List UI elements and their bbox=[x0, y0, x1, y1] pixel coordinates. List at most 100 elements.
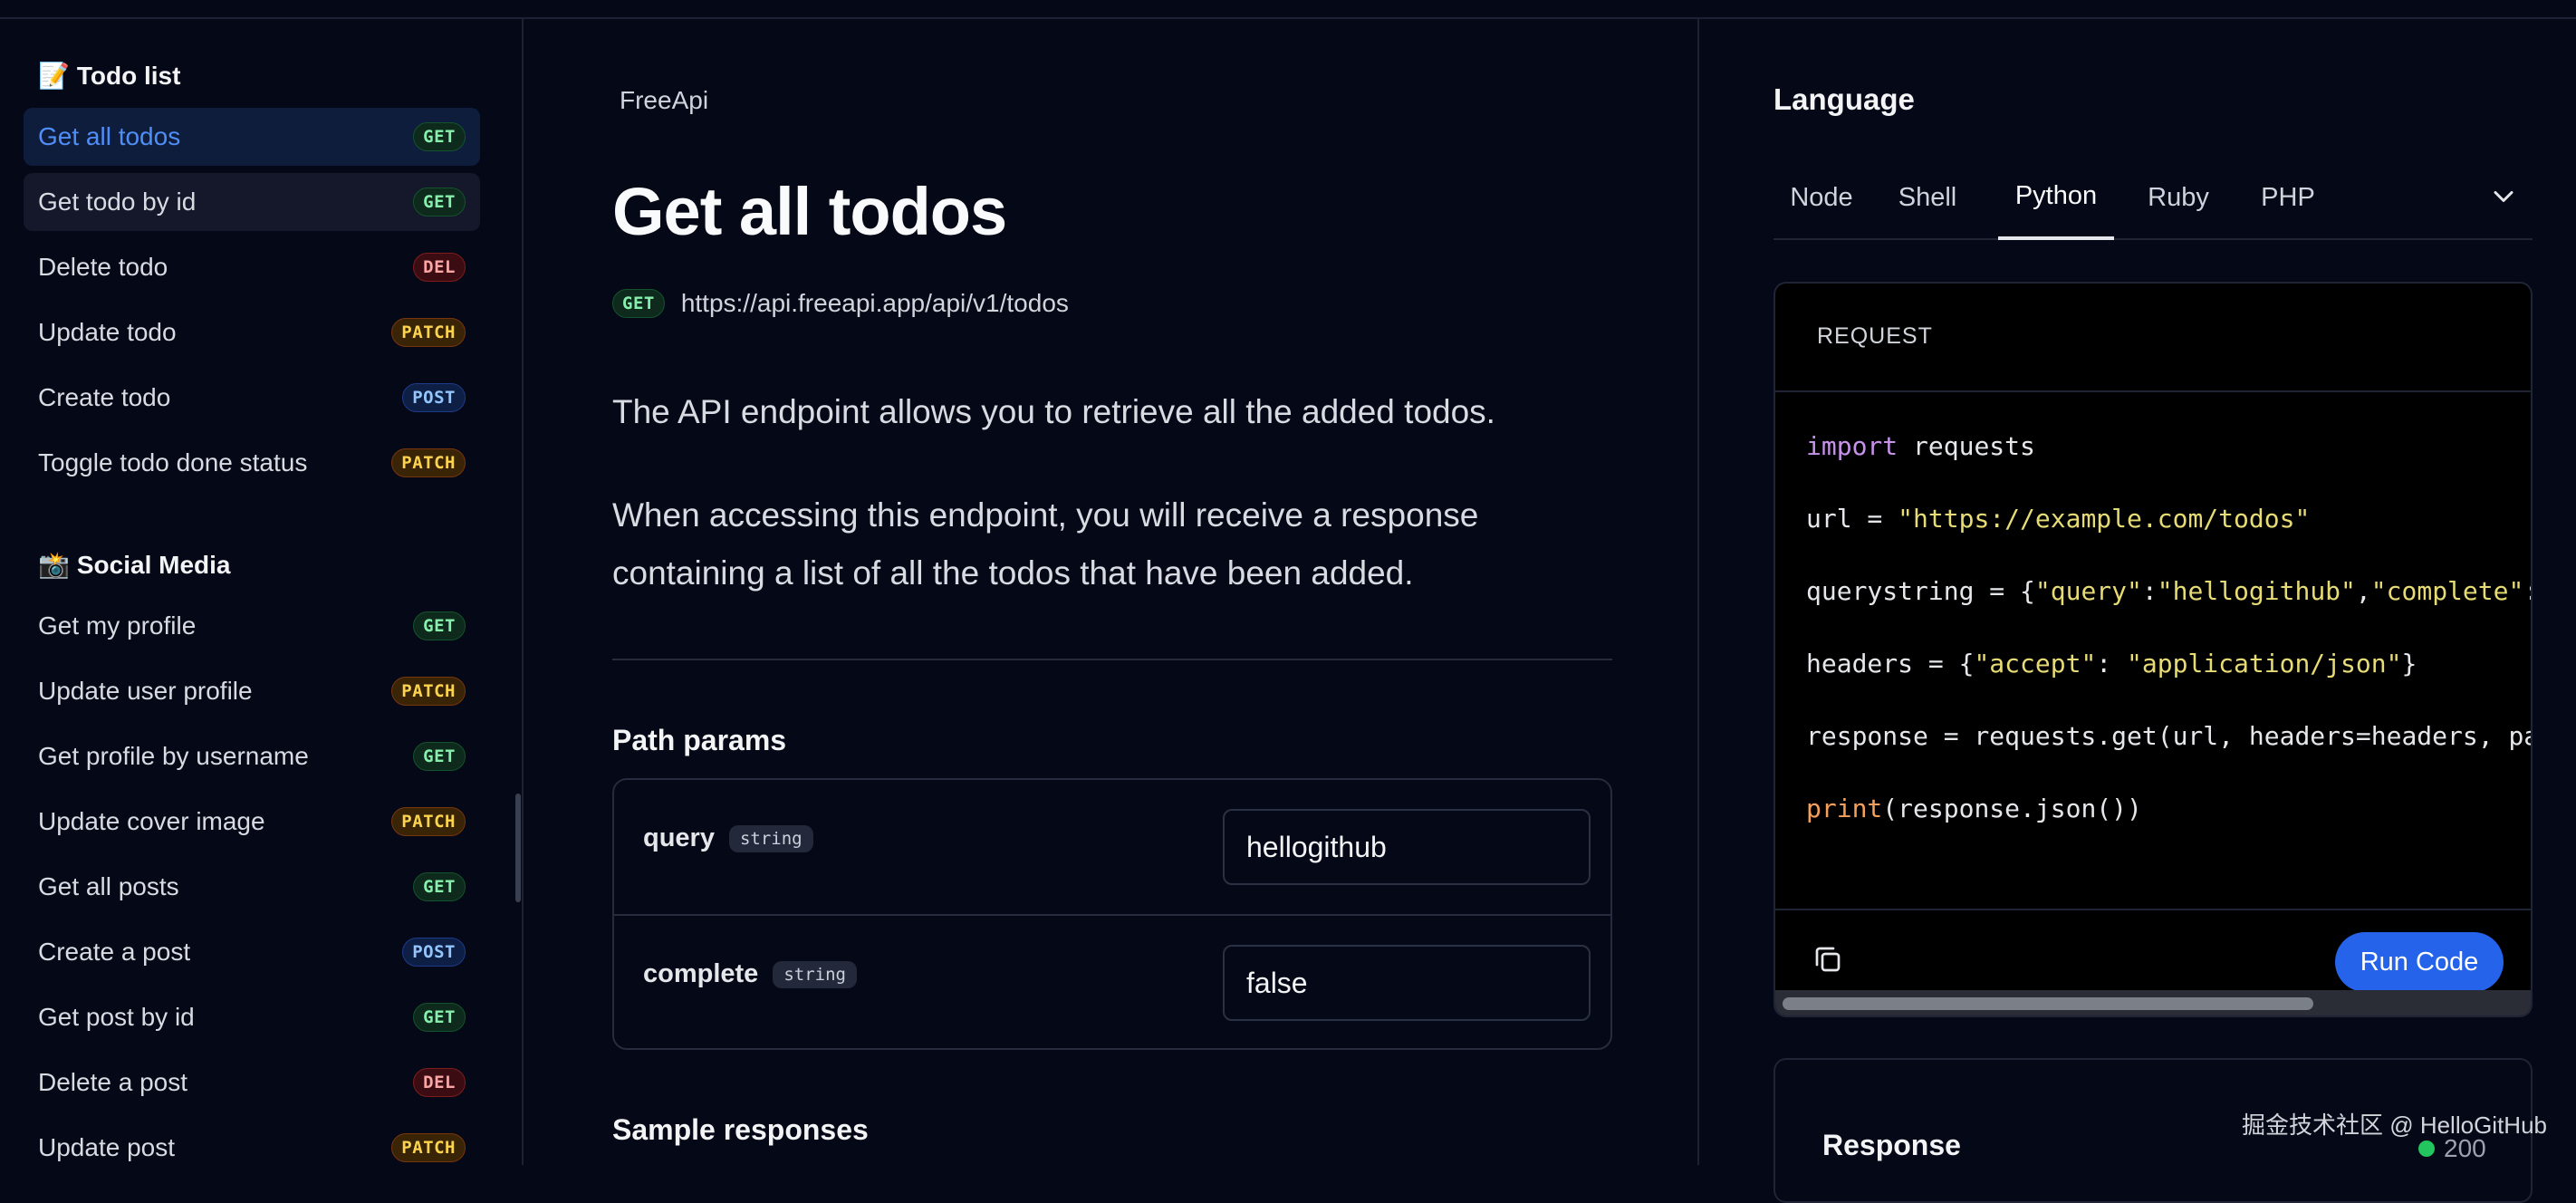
camera-flash-icon: 📸 bbox=[38, 551, 70, 579]
sidebar-item-label: Create todo bbox=[38, 383, 171, 411]
sidebar-item-toggle-todo-done-status[interactable]: Toggle todo done status PATCH bbox=[24, 434, 480, 492]
param-label: query string bbox=[643, 823, 813, 853]
path-params-title: Path params bbox=[612, 724, 787, 756]
code-line: print(response.json()) bbox=[1806, 794, 2142, 823]
method-badge: GET bbox=[413, 122, 466, 151]
language-title: Language bbox=[1773, 82, 1915, 116]
code-line: url = "https://example.com/todos" bbox=[1806, 504, 2311, 534]
sidebar-item-label: Get profile by username bbox=[38, 742, 309, 770]
sidebar-item-label: Delete a post bbox=[38, 1068, 187, 1096]
complete-input[interactable] bbox=[1223, 945, 1591, 1021]
sidebar-item-update-cover-image[interactable]: Update cover image PATCH bbox=[24, 793, 480, 851]
run-code-button[interactable]: Run Code bbox=[2335, 932, 2504, 992]
sidebar-item-get-todo-by-id[interactable]: Get todo by id GET bbox=[24, 173, 480, 231]
method-badge: PATCH bbox=[391, 807, 466, 836]
sidebar-item-delete-a-post[interactable]: Delete a post DEL bbox=[24, 1054, 480, 1112]
method-badge: GET bbox=[413, 1003, 466, 1032]
method-badge: GET bbox=[413, 872, 466, 901]
chevron-down-icon[interactable] bbox=[2487, 180, 2520, 213]
code-line: headers = {"accept": "application/json"} bbox=[1806, 649, 2417, 678]
param-name: query bbox=[643, 823, 715, 852]
language-tabs: Node Shell Python Ruby PHP bbox=[1773, 155, 2533, 240]
sidebar-item-get-my-profile[interactable]: Get my profile GET bbox=[24, 597, 480, 655]
method-badge: GET bbox=[413, 611, 466, 640]
breadcrumb[interactable]: FreeApi bbox=[620, 86, 708, 115]
group-title: Social Media bbox=[76, 550, 231, 579]
sidebar-item-create-todo[interactable]: Create todo POST bbox=[24, 369, 480, 427]
watermark: 掘金技术社区 @ HelloGitHub bbox=[2241, 1112, 2547, 1139]
endpoint-url: https://api.freeapi.app/api/v1/todos bbox=[680, 289, 1069, 317]
group-title: Todo list bbox=[76, 61, 181, 90]
description-detail: When accessing this endpoint, you will r… bbox=[612, 496, 1479, 592]
code-panel: Language Node Shell Python Ruby PHP REQU… bbox=[1701, 19, 2576, 1203]
sidebar-group-todo-list: 📝 Todo list bbox=[38, 61, 180, 91]
tab-shell[interactable]: Shell bbox=[1873, 155, 1982, 240]
main-content: FreeApi Get all todos GET https://api.fr… bbox=[525, 19, 1699, 1165]
method-badge: DEL bbox=[413, 1068, 466, 1097]
memo-icon: 📝 bbox=[38, 62, 70, 90]
sidebar-item-label: Create a post bbox=[38, 938, 191, 966]
sidebar-item-get-all-todos[interactable]: Get all todos GET bbox=[24, 108, 480, 166]
method-badge: PATCH bbox=[391, 448, 466, 477]
method-badge: DEL bbox=[413, 253, 466, 282]
request-header: REQUEST bbox=[1775, 284, 2531, 392]
method-badge: POST bbox=[402, 383, 466, 412]
sidebar-item-label: Get all todos bbox=[38, 122, 181, 150]
param-row-complete: complete string bbox=[614, 914, 1610, 1048]
tab-php[interactable]: PHP bbox=[2243, 155, 2333, 240]
description-intro: The API endpoint allows you to retrieve … bbox=[612, 393, 1495, 430]
code-horizontal-scrollbar[interactable] bbox=[1775, 990, 2531, 1015]
sidebar-item-get-all-posts[interactable]: Get all posts GET bbox=[24, 858, 480, 916]
code-footer: Run Code bbox=[1775, 909, 2531, 992]
method-badge: GET bbox=[413, 742, 466, 771]
code-line: import requests bbox=[1806, 431, 2035, 461]
path-params-box: query string complete string bbox=[612, 778, 1612, 1050]
endpoint-url-row: GET https://api.freeapi.app/api/v1/todos bbox=[612, 289, 1069, 318]
sidebar-item-get-post-by-id[interactable]: Get post by id GET bbox=[24, 988, 480, 1046]
sidebar-item-label: Update user profile bbox=[38, 677, 253, 705]
query-input[interactable] bbox=[1223, 809, 1591, 885]
param-type-tag: string bbox=[728, 824, 813, 852]
sidebar-item-update-user-profile[interactable]: Update user profile PATCH bbox=[24, 662, 480, 720]
sidebar-item-label: Get all posts bbox=[38, 872, 179, 900]
param-type-tag: string bbox=[773, 960, 857, 988]
param-name: complete bbox=[643, 959, 759, 988]
code-block[interactable]: import requests url = "https://example.co… bbox=[1806, 425, 2531, 860]
tab-node[interactable]: Node bbox=[1773, 155, 1870, 240]
sidebar: 📝 Todo list Get all todos GET Get todo b… bbox=[0, 19, 524, 1165]
sidebar-item-label: Get post by id bbox=[38, 1003, 195, 1031]
method-badge: PATCH bbox=[391, 1133, 466, 1162]
request-code-card: REQUEST import requests url = "https://ex… bbox=[1773, 282, 2533, 1017]
sidebar-item-create-a-post[interactable]: Create a post POST bbox=[24, 923, 480, 981]
sidebar-item-label: Get todo by id bbox=[38, 188, 197, 216]
method-badge: PATCH bbox=[391, 318, 466, 347]
code-line: querystring = {"query":"hellogithub","co… bbox=[1806, 576, 2531, 606]
method-badge: GET bbox=[612, 289, 665, 318]
page-title: Get all todos bbox=[612, 174, 1007, 249]
request-label: REQUEST bbox=[1817, 323, 1933, 349]
method-badge: GET bbox=[413, 188, 466, 217]
divider bbox=[612, 659, 1612, 660]
status-dot-icon bbox=[2418, 1140, 2435, 1157]
sidebar-item-label: Update cover image bbox=[38, 807, 265, 835]
sidebar-item-label: Delete todo bbox=[38, 253, 168, 281]
sample-responses-title: Sample responses bbox=[612, 1113, 869, 1146]
sidebar-item-label: Update todo bbox=[38, 318, 177, 346]
tab-ruby[interactable]: Ruby bbox=[2129, 155, 2228, 240]
scrollbar-thumb[interactable] bbox=[1783, 997, 2313, 1010]
sidebar-item-get-profile-by-username[interactable]: Get profile by username GET bbox=[24, 727, 480, 785]
sidebar-item-update-post[interactable]: Update post PATCH bbox=[24, 1119, 480, 1165]
param-row-query: query string bbox=[614, 780, 1610, 914]
sidebar-item-label: Update post bbox=[38, 1133, 175, 1161]
sidebar-scrollbar[interactable] bbox=[515, 794, 521, 902]
sidebar-item-update-todo[interactable]: Update todo PATCH bbox=[24, 303, 480, 361]
tab-python[interactable]: Python bbox=[1998, 155, 2114, 240]
sidebar-group-social-media: 📸 Social Media bbox=[38, 550, 231, 580]
top-border bbox=[0, 0, 2576, 19]
code-line: response = requests.get(url, headers=hea… bbox=[1806, 721, 2531, 751]
sidebar-item-label: Toggle todo done status bbox=[38, 448, 308, 476]
sidebar-item-delete-todo[interactable]: Delete todo DEL bbox=[24, 238, 480, 296]
sidebar-item-label: Get my profile bbox=[38, 611, 197, 640]
copy-icon[interactable] bbox=[1812, 943, 1844, 976]
response-title: Response bbox=[1822, 1129, 1961, 1161]
